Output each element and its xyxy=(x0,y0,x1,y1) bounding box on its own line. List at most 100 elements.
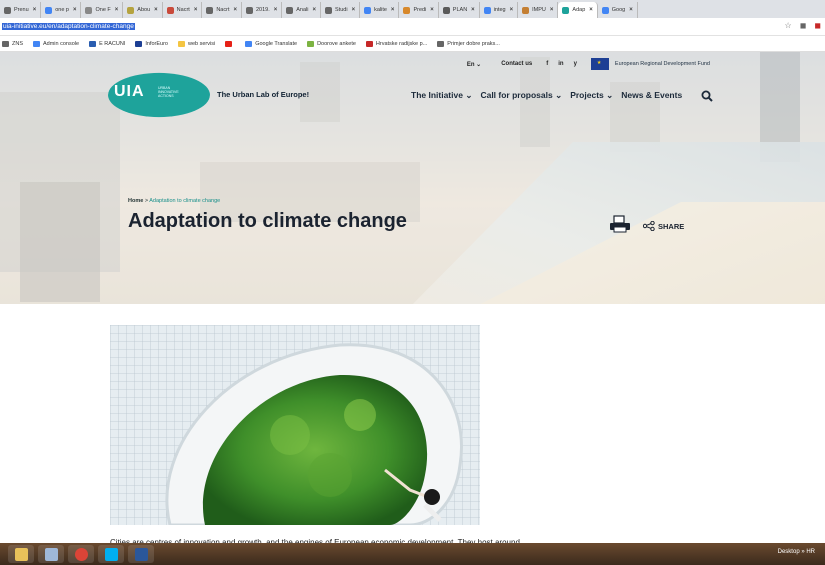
tab-title: Adap xyxy=(572,7,586,13)
explorer-icon xyxy=(14,547,28,561)
browser-tab[interactable]: Anali × xyxy=(282,2,322,18)
shield-icon[interactable]: ◼ xyxy=(800,21,807,30)
twitter-icon[interactable]: y xyxy=(574,61,577,67)
taskbar-calculator[interactable] xyxy=(38,545,64,563)
tab-favicon-icon xyxy=(442,6,450,14)
search-icon[interactable] xyxy=(701,90,713,102)
browser-tab[interactable]: PLAN × xyxy=(439,2,480,18)
tab-favicon-icon xyxy=(85,6,93,14)
share-label: SHARE xyxy=(658,221,685,231)
bookmark-item[interactable] xyxy=(225,40,235,47)
bookmark-item[interactable]: Doorove ankete xyxy=(307,40,356,47)
linkedin-icon[interactable]: in xyxy=(558,61,563,67)
language-indicator[interactable]: HR xyxy=(806,549,815,555)
browser-tab[interactable]: Studi × xyxy=(321,2,361,18)
browser-tab[interactable]: One F × xyxy=(81,2,124,18)
browser-tab[interactable]: one p × xyxy=(41,2,82,18)
bookmark-item[interactable]: E RACUNI xyxy=(89,40,126,47)
bookmark-label: E RACUNI xyxy=(99,40,126,47)
close-icon[interactable]: × xyxy=(313,7,317,13)
browser-tab[interactable]: IMPU × xyxy=(518,2,559,18)
eu-flag-icon xyxy=(590,58,609,70)
bookmark-label: Hrvatske radijske p... xyxy=(375,40,428,47)
facebook-icon[interactable]: f xyxy=(546,61,548,67)
page-title: Adaptation to climate change xyxy=(128,210,407,232)
close-icon[interactable]: × xyxy=(352,7,356,13)
bookmark-icon xyxy=(365,40,373,47)
address-bar[interactable]: uia-initiative.eu/en/adaptation-climate-… xyxy=(0,18,825,36)
close-icon[interactable]: × xyxy=(430,7,434,13)
tab-favicon-icon xyxy=(206,6,214,14)
contact-link[interactable]: Contact us xyxy=(501,61,532,67)
bookmark-label: Admin console xyxy=(43,40,80,47)
utility-nav: En ⌄ Contact us f in y European Regional… xyxy=(467,58,710,70)
close-icon[interactable]: × xyxy=(33,7,37,13)
close-icon[interactable]: × xyxy=(510,7,514,13)
tab-favicon-icon xyxy=(483,6,491,14)
close-icon[interactable]: × xyxy=(115,7,119,13)
bookmark-item[interactable]: Admin console xyxy=(33,40,80,47)
tab-favicon-icon xyxy=(601,6,609,14)
close-icon[interactable]: × xyxy=(154,7,158,13)
close-icon[interactable]: × xyxy=(471,7,475,13)
article-image xyxy=(110,325,494,525)
star-icon[interactable]: ☆ xyxy=(785,21,792,30)
close-icon[interactable]: × xyxy=(589,7,593,13)
bookmark-item[interactable]: Google Translate xyxy=(245,40,298,47)
nav-the-initiative[interactable]: The Initiative ⌄ xyxy=(411,90,472,101)
print-icon[interactable] xyxy=(609,215,631,233)
pdf-icon[interactable]: ◼ xyxy=(814,21,821,30)
bookmark-icon xyxy=(437,40,445,47)
breadcrumb-separator: > xyxy=(144,198,149,204)
tab-title: Nacrt xyxy=(176,7,190,13)
browser-tab[interactable]: integ × xyxy=(480,2,519,18)
close-icon[interactable]: × xyxy=(194,7,198,13)
url-text[interactable]: uia-initiative.eu/en/adaptation-climate-… xyxy=(2,23,135,30)
desktop-label[interactable]: Desktop xyxy=(778,549,800,555)
tab-title: Predi xyxy=(413,7,427,13)
nav-call-for-proposals[interactable]: Call for proposals ⌄ xyxy=(480,90,562,101)
browser-tab[interactable]: Nacrt × xyxy=(163,2,203,18)
taskbar-tray[interactable]: Desktop » HR xyxy=(778,549,815,555)
taskbar-explorer[interactable] xyxy=(8,545,34,563)
browser-tab[interactable]: 2019. × xyxy=(242,2,283,18)
close-icon[interactable]: × xyxy=(391,7,395,13)
browser-tab[interactable]: Abou × xyxy=(123,2,163,18)
close-icon[interactable]: × xyxy=(629,7,633,13)
skype-icon xyxy=(104,547,118,561)
browser-tab[interactable]: Prenu × xyxy=(0,2,42,18)
tab-favicon-icon xyxy=(562,6,570,14)
taskbar-word[interactable] xyxy=(128,545,154,563)
bookmark-item[interactable]: InforEuro xyxy=(135,40,168,47)
nav-news-events[interactable]: News & Events xyxy=(621,90,682,101)
bookmark-item[interactable]: Primjer dobre praks... xyxy=(437,40,500,47)
language-selector[interactable]: En ⌄ xyxy=(467,61,481,68)
tab-title: Nacrt xyxy=(216,7,230,13)
breadcrumb-home[interactable]: Home xyxy=(128,198,143,204)
bookmark-icon xyxy=(307,40,315,47)
breadcrumb: Home > Adaptation to climate change xyxy=(128,198,220,204)
windows-taskbar xyxy=(0,543,825,565)
taskbar-skype[interactable] xyxy=(98,545,124,563)
close-icon[interactable]: × xyxy=(274,7,278,13)
bookmark-label: Primjer dobre praks... xyxy=(447,40,500,47)
bookmark-label: Google Translate xyxy=(255,40,298,47)
browser-tab[interactable]: Predi × xyxy=(399,2,439,18)
browser-tab[interactable]: Adap × xyxy=(558,2,598,18)
browser-tab[interactable]: kalite × xyxy=(360,2,400,18)
share-button[interactable]: SHARE xyxy=(643,221,684,231)
tab-title: One F xyxy=(95,7,111,13)
bookmark-item[interactable]: Hrvatske radijske p... xyxy=(365,40,428,47)
close-icon[interactable]: × xyxy=(73,7,77,13)
bookmark-item[interactable]: web servisi xyxy=(177,40,215,47)
word-icon xyxy=(134,547,148,561)
close-icon[interactable]: × xyxy=(233,7,237,13)
logo-subtitle: URBAN INNOVATIVE ACTIONS xyxy=(158,86,179,98)
browser-tab[interactable]: Goog × xyxy=(598,2,638,18)
nav-projects[interactable]: Projects ⌄ xyxy=(570,90,613,101)
tab-title: one p xyxy=(55,7,69,13)
taskbar-chrome[interactable] xyxy=(68,545,94,563)
close-icon[interactable]: × xyxy=(550,7,554,13)
bookmark-item[interactable]: ZNS xyxy=(2,40,23,47)
browser-tab[interactable]: Nacrt × xyxy=(202,2,242,18)
